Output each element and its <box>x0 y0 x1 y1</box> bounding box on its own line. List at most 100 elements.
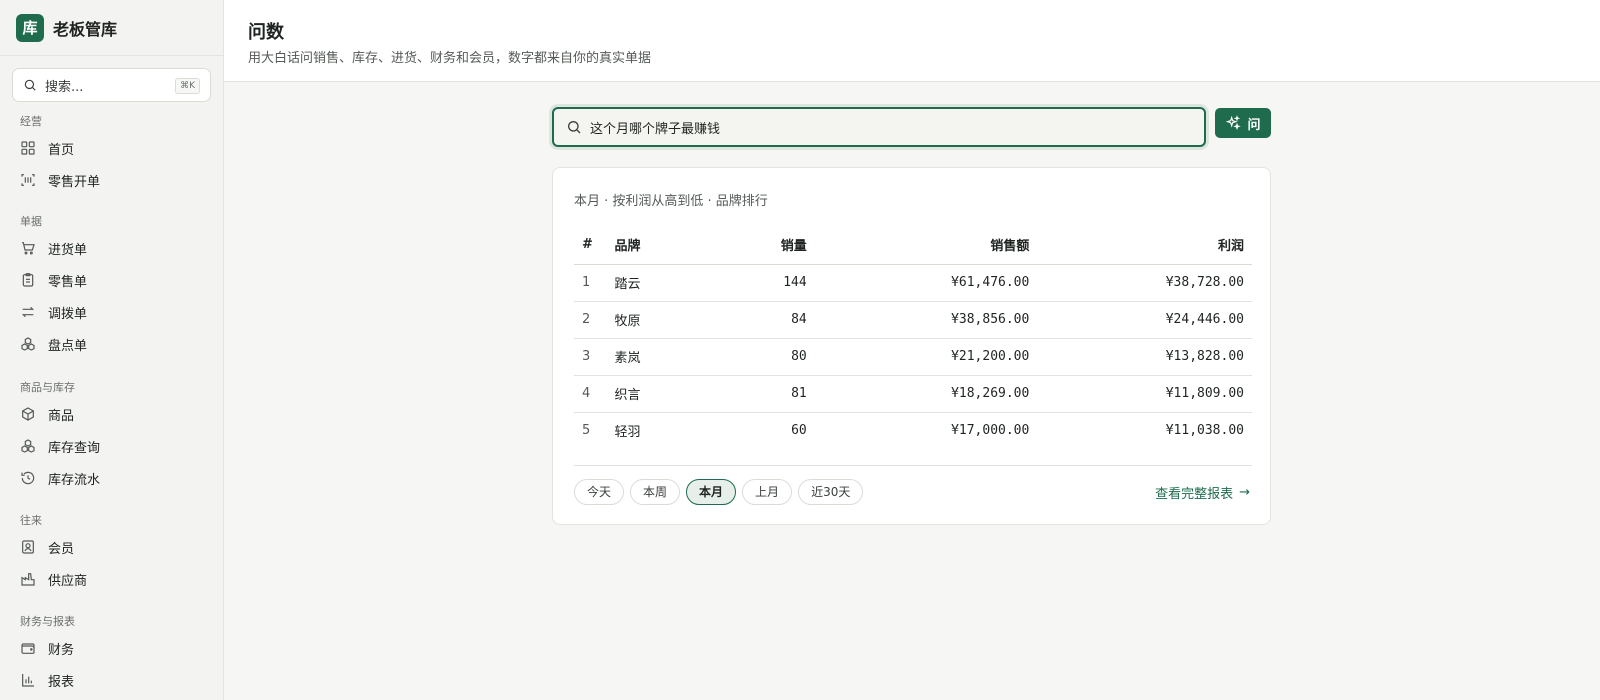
sidebar-item-label: 零售开单 <box>48 174 101 190</box>
cell-brand: 织言 <box>614 375 706 413</box>
ask-query-text: 这个月哪个牌子最赚钱 <box>590 121 721 137</box>
sidebar-item-home[interactable]: 首页 <box>0 132 224 164</box>
cell-rank: 2 <box>574 301 615 339</box>
cell-revenue: ¥17,000.00 <box>951 423 1030 439</box>
column-header-rank: # <box>574 226 615 265</box>
sidebar: 库 老板管库 搜索... ⌘K 经营 首页 零售开单 单据 进货单 零售单 调拨… <box>0 0 224 700</box>
sidebar-item-label: 商品 <box>48 408 75 424</box>
sidebar-item-label: 盘点单 <box>48 338 88 354</box>
sidebar-item-stocktake-order[interactable]: 盘点单 <box>0 328 224 360</box>
period-pill-this-week[interactable]: 本周 <box>630 479 681 505</box>
period-pill-today[interactable]: 今天 <box>574 479 625 505</box>
nav-group-products-inventory: 商品与库存 商品 库存查询 库存流水 <box>0 378 224 494</box>
result-table: # 品牌 销量 销售额 利润 1 踏云 144 ¥61,476.00 ¥38,7… <box>574 226 1252 449</box>
cell-profit: ¥13,828.00 <box>1029 338 1252 376</box>
sidebar-item-label: 报表 <box>48 674 75 690</box>
table-row: 1 踏云 144 ¥61,476.00 ¥38,728.00 <box>574 264 1252 302</box>
brand[interactable]: 库 老板管库 <box>0 0 223 56</box>
transfer-icon <box>21 306 35 318</box>
cell-profit: ¥38,728.00 <box>1029 264 1252 302</box>
table-row: 5 轻羽 60 ¥17,000.00 ¥11,038.00 <box>574 412 1252 449</box>
boxes-icon <box>21 337 35 351</box>
search-shortcut: ⌘K <box>175 78 200 94</box>
sidebar-item-products[interactable]: 商品 <box>0 398 224 430</box>
table-row: 2 牧原 84 ¥38,856.00 ¥24,446.00 <box>574 301 1252 339</box>
nav-group-title: 商品与库存 <box>20 381 75 394</box>
ask-button[interactable]: 问 <box>1215 108 1271 138</box>
period-pill-last-30-days[interactable]: 近30天 <box>798 479 864 505</box>
sidebar-item-finance[interactable]: 财务 <box>0 632 224 664</box>
sidebar-item-label: 供应商 <box>48 573 88 589</box>
nav-group-finance-reports: 财务与报表 财务 报表 <box>0 612 224 696</box>
cell-brand: 素岚 <box>614 338 706 376</box>
sidebar-item-label: 财务 <box>48 642 75 658</box>
cell-quantity: 60 <box>791 423 807 439</box>
sidebar-item-members[interactable]: 会员 <box>0 531 224 563</box>
nav-group-title: 经营 <box>20 115 42 128</box>
sidebar-item-reports[interactable]: 报表 <box>0 664 224 696</box>
cell-rank: 1 <box>574 264 615 302</box>
period-filter: 今天 本周 本月 上月 近30天 <box>574 479 869 505</box>
column-header-brand: 品牌 <box>614 226 706 265</box>
sparkles-icon <box>1226 115 1242 131</box>
table-row: 3 素岚 80 ¥21,200.00 ¥13,828.00 <box>574 338 1252 376</box>
sidebar-item-label: 零售单 <box>48 274 88 290</box>
cell-revenue: ¥21,200.00 <box>806 338 1030 376</box>
sidebar-item-purchase-order[interactable]: 进货单 <box>0 232 224 264</box>
search-icon <box>24 79 36 91</box>
nav-group-operations: 经营 首页 零售开单 <box>0 112 224 196</box>
cell-brand: 牧原 <box>614 301 706 339</box>
nav-group-contacts: 往来 会员 供应商 <box>0 511 224 595</box>
sidebar-item-label: 进货单 <box>48 242 88 258</box>
cell-rank: 3 <box>574 338 615 376</box>
cell-quantity: 84 <box>705 301 807 339</box>
boxes-icon <box>21 439 35 453</box>
period-pill-last-month[interactable]: 上月 <box>742 479 793 505</box>
cell-quantity: 81 <box>705 375 807 413</box>
sidebar-item-retail-order[interactable]: 零售单 <box>0 264 224 296</box>
sidebar-search[interactable]: 搜索... ⌘K <box>12 68 211 102</box>
period-pill-this-month[interactable]: 本月 <box>686 479 737 505</box>
report-link-label: 查看完整报表 <box>1155 487 1234 502</box>
app-logo: 库 <box>16 13 44 42</box>
sidebar-item-label: 库存查询 <box>48 440 101 456</box>
wallet-icon <box>21 643 35 654</box>
sidebar-item-transfer-order[interactable]: 调拨单 <box>0 296 224 328</box>
result-caption: 本月 · 按利润从高到低 · 品牌排行 <box>574 194 768 209</box>
sidebar-item-inventory-log[interactable]: 库存流水 <box>0 462 224 494</box>
sidebar-item-inventory-query[interactable]: 库存查询 <box>0 430 224 462</box>
search-placeholder: 搜索... <box>45 79 84 95</box>
view-full-report-link[interactable]: 查看完整报表 → <box>1155 483 1250 502</box>
factory-icon <box>21 573 35 586</box>
grid-icon <box>21 141 35 155</box>
search-icon <box>568 121 581 134</box>
cell-brand: 轻羽 <box>614 425 641 441</box>
ask-button-label: 问 <box>1247 117 1261 133</box>
result-card: 本月 · 按利润从高到低 · 品牌排行 # 品牌 销量 销售额 利润 1 踏云 … <box>552 167 1271 525</box>
cell-revenue: ¥61,476.00 <box>806 264 1030 302</box>
app-name: 老板管库 <box>53 19 118 39</box>
nav-group-title: 往来 <box>20 514 42 527</box>
arrow-right-icon: → <box>1239 485 1250 500</box>
member-card-icon <box>22 540 34 554</box>
sidebar-item-label: 会员 <box>48 541 75 557</box>
cell-revenue: ¥38,856.00 <box>806 301 1030 339</box>
table-row: 4 织言 81 ¥18,269.00 ¥11,809.00 <box>574 375 1252 413</box>
nav-group-documents: 单据 进货单 零售单 调拨单 盘点单 <box>0 212 224 360</box>
cell-rank: 5 <box>582 423 591 439</box>
sidebar-item-suppliers[interactable]: 供应商 <box>0 563 224 595</box>
page-title: 问数 <box>248 22 284 43</box>
column-header-profit: 利润 <box>1029 226 1252 265</box>
column-header-revenue: 销售额 <box>806 226 1030 265</box>
scan-icon <box>21 174 35 186</box>
page-subtitle: 用大白话问销售、库存、进货、财务和会员，数字都来自你的真实单据 <box>248 51 652 66</box>
ask-input[interactable]: 这个月哪个牌子最赚钱 <box>552 107 1206 147</box>
cell-brand: 踏云 <box>614 264 706 302</box>
cell-quantity: 80 <box>705 338 807 376</box>
cell-rank: 4 <box>574 375 615 413</box>
cell-profit: ¥11,809.00 <box>1029 375 1252 413</box>
cell-profit: ¥11,038.00 <box>1165 423 1244 439</box>
history-icon <box>21 471 35 485</box>
cart-icon <box>22 242 35 255</box>
sidebar-item-retail-checkout[interactable]: 零售开单 <box>0 164 224 196</box>
